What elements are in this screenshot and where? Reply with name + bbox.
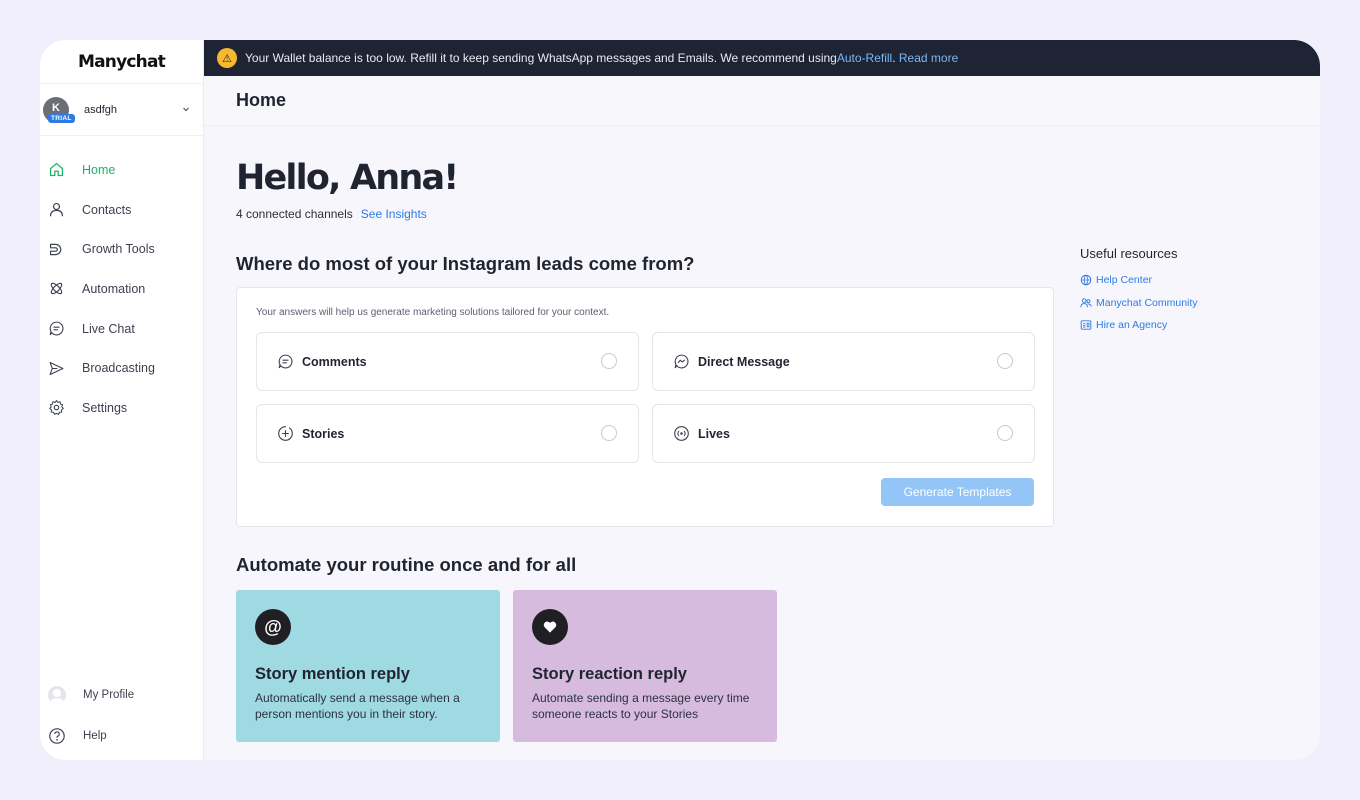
- banner-text: Your Wallet balance is too low. Refill i…: [245, 51, 837, 65]
- option-radio[interactable]: [997, 425, 1013, 441]
- tile-title: Story reaction reply: [532, 665, 687, 683]
- help-link[interactable]: Help: [40, 715, 203, 756]
- my-profile-label: My Profile: [83, 688, 135, 701]
- automation-tiles: @ Story mention reply Automatically send…: [236, 590, 1054, 742]
- resources-list: Help Center Manychat Community Hire an A…: [1080, 269, 1198, 337]
- lead-source-options: Comments Direct Message Stories Lives: [256, 332, 1035, 463]
- read-more-link[interactable]: Read more: [899, 51, 958, 65]
- generate-templates-button[interactable]: Generate Templates: [881, 478, 1034, 506]
- help-label: Help: [83, 729, 107, 742]
- home-content: Hello, Anna! 4 connected channels See Ins…: [236, 158, 1054, 742]
- useful-resources: Useful resources Help Center Manychat Co…: [1080, 246, 1198, 337]
- direct-message-icon: [673, 353, 690, 370]
- sidebar-item-label: Home: [82, 162, 116, 177]
- resource-label: Hire an Agency: [1096, 319, 1168, 332]
- home-icon: [48, 161, 65, 178]
- greeting-title: Hello, Anna!: [236, 158, 459, 198]
- option-label: Direct Message: [698, 354, 790, 369]
- resources-title: Useful resources: [1080, 246, 1178, 261]
- option-radio[interactable]: [601, 425, 617, 441]
- account-initial: K: [52, 101, 60, 114]
- greeting-subtitle: 4 connected channels See Insights: [236, 207, 1054, 221]
- main-area: ⚠ Your Wallet balance is too low. Refill…: [204, 40, 1320, 760]
- page-title: Home: [204, 76, 1320, 126]
- send-icon: [48, 360, 65, 377]
- gear-icon: [48, 399, 65, 416]
- comment-icon: [277, 353, 294, 370]
- option-direct-message[interactable]: Direct Message: [652, 332, 1035, 391]
- story-mention-reply-tile[interactable]: @ Story mention reply Automatically send…: [236, 590, 500, 742]
- sidebar-item-contacts[interactable]: Contacts: [40, 190, 203, 230]
- sidebar-item-growth-tools[interactable]: Growth Tools: [40, 229, 203, 269]
- sidebar: Manychat K TRIAL asdfgh Home Contacts Gr…: [40, 40, 204, 760]
- chat-icon: [48, 320, 65, 337]
- resource-label: Manychat Community: [1096, 296, 1198, 309]
- option-comments[interactable]: Comments: [256, 332, 639, 391]
- automate-section-title: Automate your routine once and for all: [236, 554, 577, 575]
- sidebar-bottom: My Profile Help: [40, 674, 203, 760]
- sidebar-item-label: Growth Tools: [82, 242, 155, 257]
- sidebar-item-automation[interactable]: Automation: [40, 269, 203, 309]
- connected-channels-text: 4 connected channels: [236, 207, 353, 221]
- account-switcher[interactable]: K TRIAL asdfgh: [40, 84, 203, 136]
- hire-agency-link[interactable]: Hire an Agency: [1080, 314, 1198, 337]
- sidebar-item-broadcasting[interactable]: Broadcasting: [40, 348, 203, 388]
- at-sign-icon: @: [255, 609, 291, 645]
- agency-icon: [1080, 319, 1092, 331]
- sidebar-item-settings[interactable]: Settings: [40, 388, 203, 428]
- help-center-link[interactable]: Help Center: [1080, 269, 1198, 292]
- option-lives[interactable]: Lives: [652, 404, 1035, 463]
- manychat-community-link[interactable]: Manychat Community: [1080, 292, 1198, 315]
- chevron-down-icon: [183, 107, 189, 112]
- story-plus-icon: [277, 425, 294, 442]
- see-insights-link[interactable]: See Insights: [361, 207, 427, 221]
- leads-section-title: Where do most of your Instagram leads co…: [236, 253, 695, 274]
- sidebar-item-label: Settings: [82, 400, 128, 415]
- sidebar-item-home[interactable]: Home: [40, 150, 203, 190]
- auto-refill-link[interactable]: Auto-Refill: [837, 51, 892, 65]
- profile-avatar-icon: [48, 685, 66, 704]
- sidebar-item-label: Live Chat: [82, 321, 135, 336]
- live-broadcast-icon: [673, 425, 690, 442]
- survey-hint: Your answers will help us generate marke…: [256, 307, 610, 318]
- option-radio[interactable]: [601, 353, 617, 369]
- my-profile-link[interactable]: My Profile: [40, 674, 203, 715]
- option-label: Comments: [302, 354, 367, 369]
- option-label: Lives: [698, 426, 730, 441]
- sidebar-item-live-chat[interactable]: Live Chat: [40, 309, 203, 349]
- resource-label: Help Center: [1096, 274, 1153, 287]
- sidebar-item-label: Broadcasting: [82, 361, 155, 376]
- warning-icon: ⚠: [217, 48, 237, 68]
- wallet-warning-banner: ⚠ Your Wallet balance is too low. Refill…: [204, 40, 1320, 76]
- story-reaction-reply-tile[interactable]: Story reaction reply Automate sending a …: [513, 590, 777, 742]
- leads-survey-card: Your answers will help us generate marke…: [236, 287, 1054, 527]
- tile-description: Automatically send a message when a pers…: [255, 691, 460, 721]
- heart-icon: [532, 609, 568, 645]
- trial-badge: TRIAL: [48, 113, 75, 123]
- tile-description: Automate sending a message every time so…: [532, 691, 750, 721]
- tile-title: Story mention reply: [255, 665, 410, 683]
- sidebar-nav: Home Contacts Growth Tools Automation Li…: [40, 150, 203, 428]
- manychat-logo[interactable]: Manychat: [40, 40, 203, 84]
- globe-icon: [1080, 274, 1092, 286]
- magnet-icon: [48, 241, 65, 258]
- help-icon: [48, 727, 66, 745]
- sidebar-item-label: Contacts: [82, 202, 132, 217]
- sidebar-item-label: Automation: [82, 281, 146, 296]
- banner-separator: .: [892, 51, 899, 65]
- automation-icon: [48, 280, 65, 297]
- app-window: Manychat K TRIAL asdfgh Home Contacts Gr…: [40, 40, 1320, 760]
- account-avatar: K TRIAL: [43, 96, 75, 123]
- user-icon: [48, 201, 65, 218]
- option-stories[interactable]: Stories: [256, 404, 639, 463]
- community-icon: [1080, 297, 1092, 309]
- account-name: asdfgh: [84, 103, 118, 116]
- option-radio[interactable]: [997, 353, 1013, 369]
- option-label: Stories: [302, 426, 345, 441]
